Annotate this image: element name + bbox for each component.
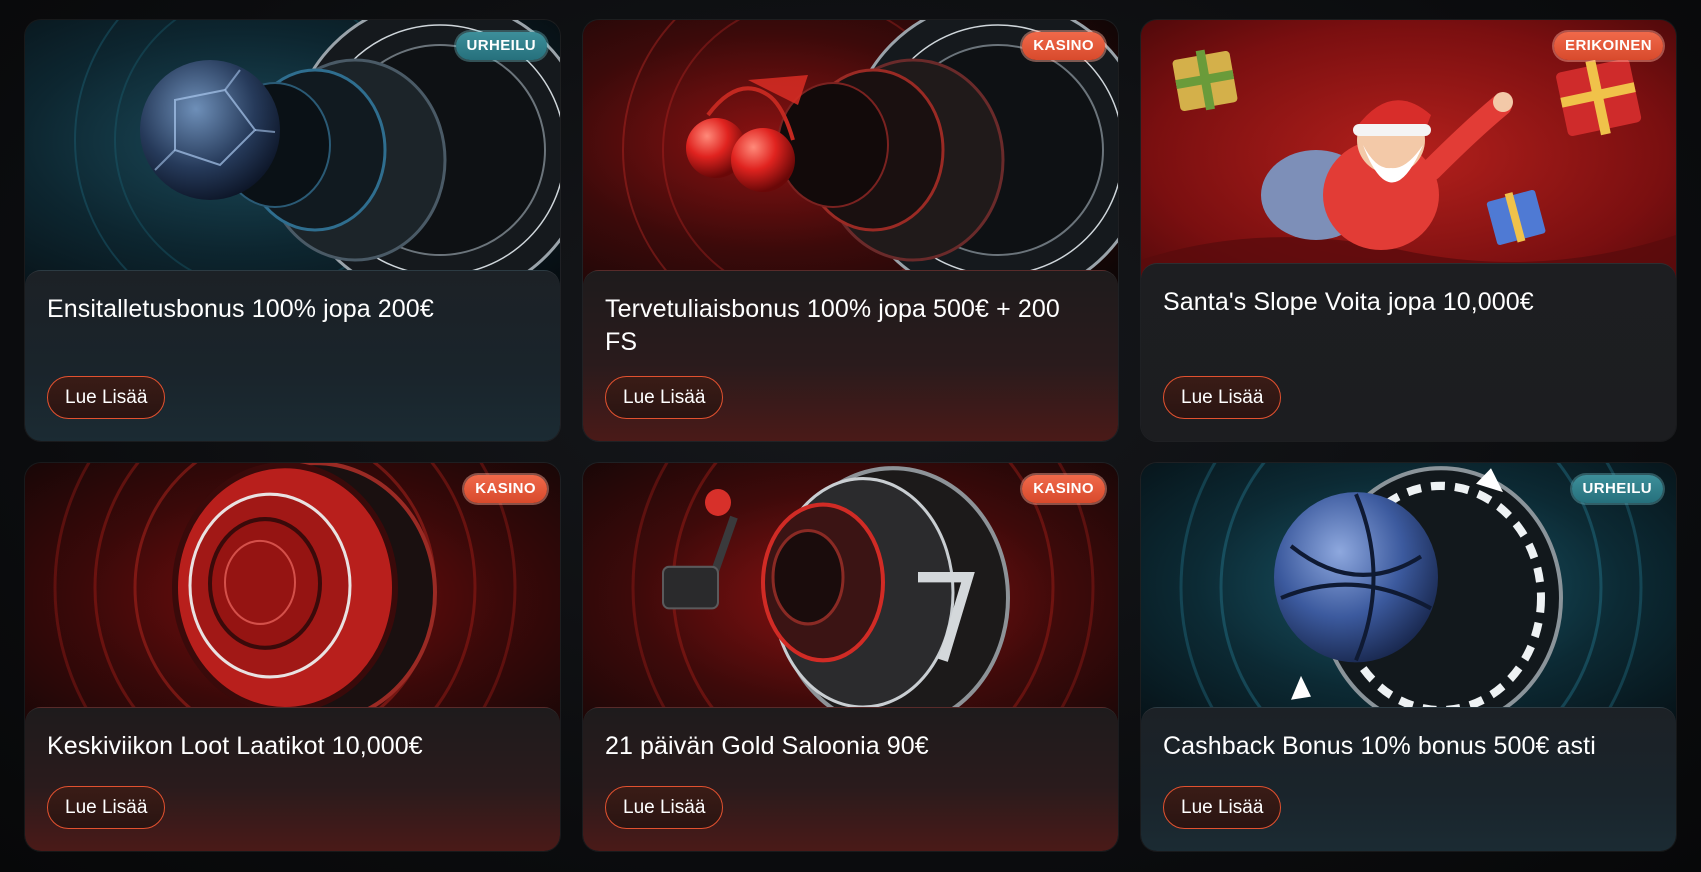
promo-card-body: Cashback Bonus 10% bonus 500€ asti Lue L… [1141,707,1676,851]
promo-title: 21 päivän Gold Saloonia 90€ [605,732,929,760]
read-more-button[interactable]: Lue Lisää [1163,786,1282,829]
promo-card-cashback[interactable]: URHEILU Cashback Bonus 10% bonus 500€ as… [1141,463,1676,851]
promo-card-santas-slope[interactable]: ERIKOINEN Santa's Slope Voita jopa 10,00… [1141,20,1676,441]
slot-machine-reel-image [583,463,1118,733]
category-badge-special: ERIKOINEN [1554,32,1663,60]
category-badge-sport: URHEILU [1571,475,1663,503]
soccer-ball-roulette-image [25,20,560,290]
promo-card-body: Tervetuliaisbonus 100% jopa 500€ + 200 F… [583,270,1118,441]
poker-chip-image [25,463,560,733]
read-more-button[interactable]: Lue Lisää [47,786,166,829]
promo-card-body: Santa's Slope Voita jopa 10,000€ Lue Lis… [1141,263,1676,441]
basketball-cashback-image [1141,463,1676,733]
promo-title: Tervetuliaisbonus 100% jopa 500€ + 200 F… [605,295,1060,356]
read-more-button[interactable]: Lue Lisää [605,376,724,419]
promotions-grid: URHEILU Ensitalletusbonus 100% jopa 200€… [25,20,1677,851]
category-badge-casino: KASINO [1022,32,1105,60]
cherries-roulette-image [583,20,1118,290]
category-badge-sport: URHEILU [455,32,547,60]
promo-card-loot-boxes[interactable]: KASINO Keskiviikon Loot Laatikot 10,000€… [25,463,560,851]
promo-card-gold-saloon[interactable]: KASINO 21 päivän Gold Saloonia 90€ Lue L… [583,463,1118,851]
promo-title: Cashback Bonus 10% bonus 500€ asti [1163,732,1596,760]
santa-with-gifts-image [1141,20,1676,290]
promo-card-first-deposit[interactable]: URHEILU Ensitalletusbonus 100% jopa 200€… [25,20,560,441]
read-more-button[interactable]: Lue Lisää [605,786,724,829]
promo-title: Keskiviikon Loot Laatikot 10,000€ [47,732,423,760]
promo-title: Santa's Slope Voita jopa 10,000€ [1163,288,1534,316]
category-badge-casino: KASINO [1022,475,1105,503]
promo-card-body: Ensitalletusbonus 100% jopa 200€ Lue Lis… [25,270,560,441]
promo-card-body: Keskiviikon Loot Laatikot 10,000€ Lue Li… [25,707,560,851]
read-more-button[interactable]: Lue Lisää [47,376,166,419]
category-badge-casino: KASINO [464,475,547,503]
promo-card-body: 21 päivän Gold Saloonia 90€ Lue Lisää [583,707,1118,851]
promo-card-welcome-bonus[interactable]: KASINO Tervetuliaisbonus 100% jopa 500€ … [583,20,1118,441]
promo-title: Ensitalletusbonus 100% jopa 200€ [47,295,434,323]
read-more-button[interactable]: Lue Lisää [1163,376,1282,419]
